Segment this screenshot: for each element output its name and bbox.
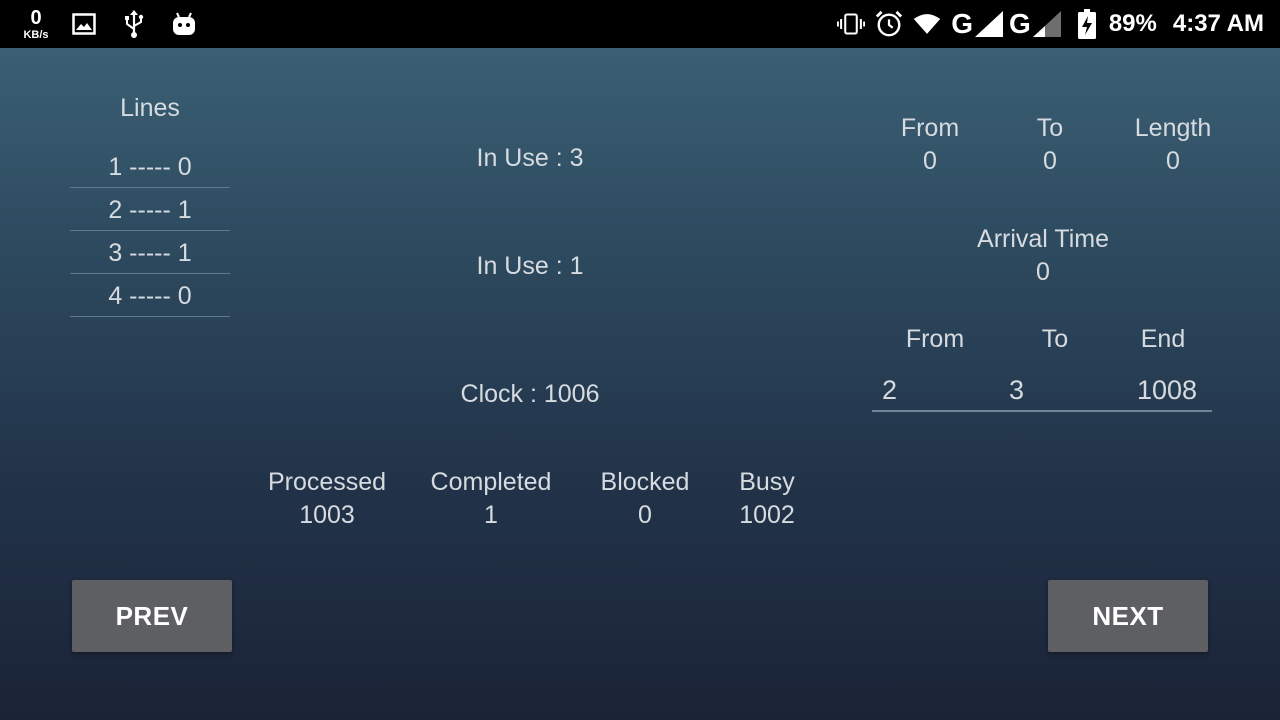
in-use-label-2: In Use : 1 (476, 252, 584, 280)
android-icon (170, 10, 198, 38)
active-from-header: From (905, 325, 965, 353)
blocked-value: 0 (638, 501, 652, 529)
usb-icon (120, 10, 148, 38)
network-speed: 0 KB/s (16, 8, 56, 41)
call-length-label: Length (1134, 114, 1212, 142)
status-bar-left: 0 KB/s (16, 4, 220, 44)
network-indicator-1: G (951, 8, 1004, 40)
completed-label: Completed (430, 468, 552, 496)
in-use-label-1: In Use : 3 (476, 144, 584, 172)
lines-list: 1 ----- 0 2 ----- 1 3 ----- 1 4 ----- 0 (70, 145, 230, 317)
signal-icon (1032, 11, 1061, 37)
list-item: 3 ----- 1 (70, 231, 230, 274)
table-row-divider (872, 410, 1212, 412)
active-end-header: End (1140, 325, 1186, 353)
network-type-label: G (951, 8, 974, 39)
active-to-value: 3 (1009, 375, 1025, 405)
busy-label: Busy (739, 468, 795, 496)
wifi-icon (913, 10, 941, 38)
clock-label: Clock : 1006 (460, 380, 600, 408)
busy-value: 1002 (739, 501, 795, 529)
call-to-value: 0 (1043, 147, 1057, 175)
battery-charging-icon (1073, 9, 1101, 39)
battery-percentage: 89% (1108, 10, 1157, 37)
network-type-label: G (1009, 8, 1031, 39)
active-to-header: To (1041, 325, 1069, 353)
blocked-label: Blocked (600, 468, 690, 496)
image-icon (70, 10, 98, 38)
processed-label: Processed (267, 468, 387, 496)
alarm-icon (875, 10, 903, 38)
prev-button[interactable]: PREV (72, 580, 232, 652)
arrival-time-label: Arrival Time (977, 225, 1109, 253)
processed-value: 1003 (299, 501, 355, 529)
signal-icon (975, 11, 1004, 37)
call-from-label: From (900, 114, 960, 142)
lines-title: Lines (120, 94, 180, 122)
active-end-value: 1008 (1137, 375, 1198, 405)
status-bar-right: G G 89% 4:37 AM (837, 4, 1264, 44)
status-bar: 0 KB/s G G 89% 4:37 AM (0, 0, 1280, 48)
list-item: 1 ----- 0 (70, 145, 230, 188)
vibrate-icon (837, 10, 866, 38)
network-speed-unit: KB/s (23, 28, 49, 41)
completed-value: 1 (484, 501, 498, 529)
call-from-value: 0 (923, 147, 937, 175)
list-item: 2 ----- 1 (70, 188, 230, 231)
call-length-value: 0 (1166, 147, 1180, 175)
next-button[interactable]: NEXT (1048, 580, 1208, 652)
call-to-label: To (1036, 114, 1064, 142)
active-from-value: 2 (882, 375, 898, 405)
network-indicator-2: G (1009, 8, 1061, 40)
status-time: 4:37 AM (1172, 10, 1264, 37)
list-item: 4 ----- 0 (70, 274, 230, 317)
arrival-time-value: 0 (1036, 258, 1050, 286)
network-speed-value: 0 (30, 6, 42, 29)
